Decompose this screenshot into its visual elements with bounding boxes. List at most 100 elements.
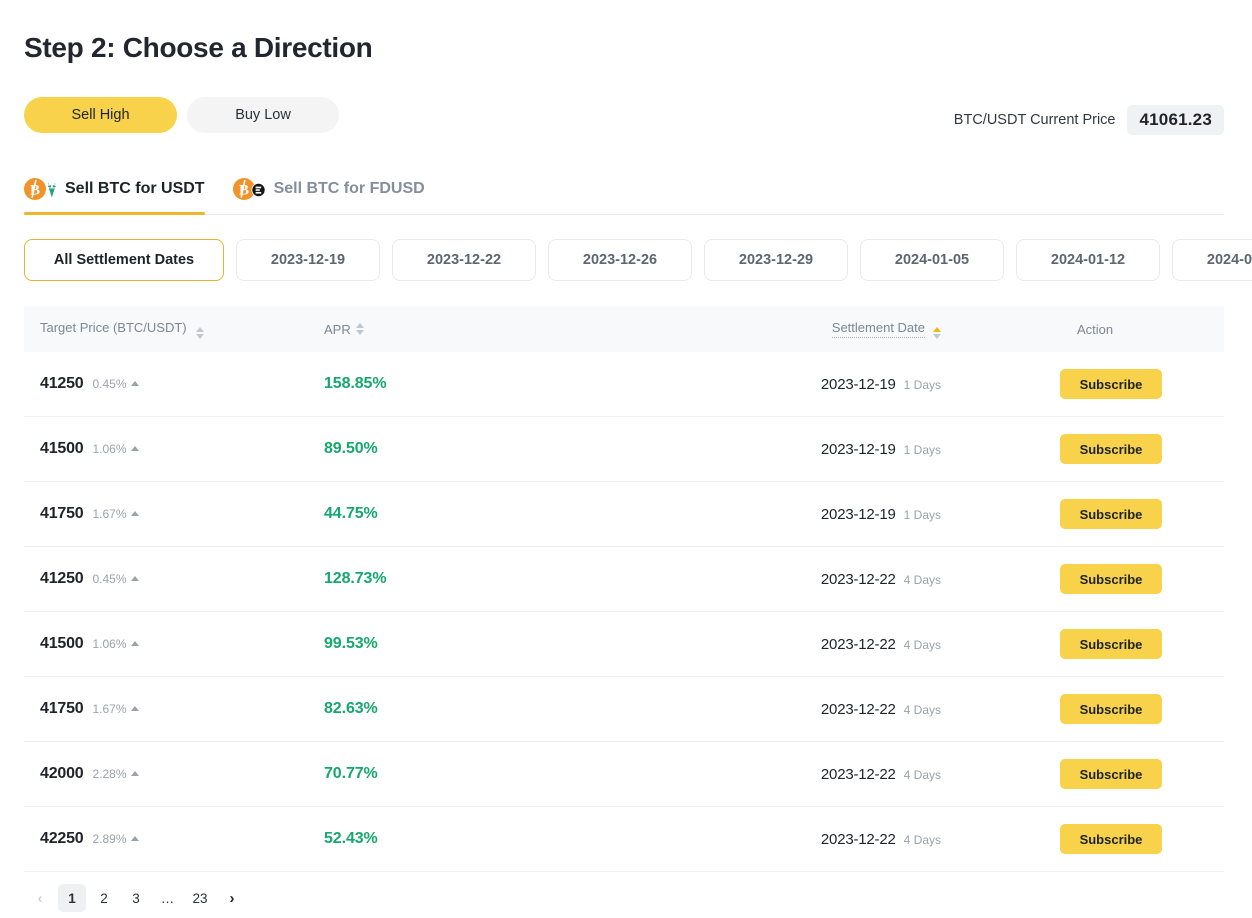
filter-date-2023-12-22[interactable]: 2023-12-22 <box>392 239 536 281</box>
delta-value: 0.45% <box>92 377 127 391</box>
sell-high-button[interactable]: Sell High <box>24 97 177 133</box>
target-price-value: 41500 <box>40 440 84 457</box>
filter-date-2024-01-26[interactable]: 2024-01-26 <box>1172 239 1252 281</box>
column-header-apr-label: APR <box>324 321 351 337</box>
cell-target-price: 41250 0.45% <box>24 570 324 588</box>
pagination-page-2[interactable]: 2 <box>90 884 118 912</box>
subscribe-button[interactable]: Subscribe <box>1060 499 1162 529</box>
filter-date-2023-12-26[interactable]: 2023-12-26 <box>548 239 692 281</box>
target-price-delta: 0.45% <box>93 377 139 391</box>
cell-target-price: 42000 2.28% <box>24 765 324 783</box>
target-price-delta: 1.06% <box>93 442 139 456</box>
settlement-date-value: 2023-12-19 <box>820 375 896 393</box>
subscribe-button[interactable]: Subscribe <box>1060 564 1162 594</box>
cell-target-price: 41500 1.06% <box>24 440 324 458</box>
apr-value: 82.63% <box>324 700 378 717</box>
cell-settlement-date: 2023-12-22 4 Days <box>624 701 1024 718</box>
fdusd-icon <box>251 182 265 197</box>
subscribe-button[interactable]: Subscribe <box>1060 629 1162 659</box>
table-row: 42000 2.28% 70.77% 2023-12-22 4 Days Subscrib… <box>24 742 1224 807</box>
current-price-label: BTC/USDT Current Price <box>953 112 1116 128</box>
apr-value: 52.43% <box>324 830 378 847</box>
cell-action: Subscribe <box>1024 564 1224 594</box>
column-header-action: Action <box>1024 322 1224 337</box>
arrow-up-icon <box>130 445 139 451</box>
settlement-date-value: 2023-12-19 <box>820 440 896 458</box>
cell-action: Subscribe <box>1024 759 1224 789</box>
table-row: 41750 1.67% 82.63% 2023-12-22 4 Days Subscrib… <box>24 677 1224 742</box>
column-header-settlement-date[interactable]: Settlement Date <box>624 320 1024 339</box>
filter-date-2023-12-19[interactable]: 2023-12-19 <box>236 239 380 281</box>
delta-value: 1.67% <box>92 507 127 521</box>
table-header-row: Target Price (BTC/USDT) APR Settlement D… <box>24 306 1224 352</box>
target-price-value: 42250 <box>40 830 84 847</box>
tab-label-sell-btc-for-fdusd: Sell BTC for FDUSD <box>273 179 425 197</box>
table-row: 41250 0.45% 158.85% 2023-12-19 1 Days Subscri… <box>24 352 1224 417</box>
arrow-up-icon <box>130 510 139 516</box>
settlement-date-value: 2023-12-22 <box>820 700 896 718</box>
column-header-target-price[interactable]: Target Price (BTC/USDT) <box>24 320 324 339</box>
pair-tabs: B Sell BTC for USDT B Sell BTC for FDUSD <box>24 163 1224 215</box>
target-price-value: 41500 <box>40 635 84 652</box>
pagination-page-1[interactable]: 1 <box>58 884 86 912</box>
arrow-up-icon <box>130 640 139 646</box>
settlement-days-value: 1 Days <box>903 507 941 522</box>
pagination-page-3[interactable]: 3 <box>122 884 150 912</box>
subscribe-button[interactable]: Subscribe <box>1060 434 1162 464</box>
sort-icon-settlement-date[interactable] <box>933 326 941 339</box>
settlement-days-value: 1 Days <box>903 442 941 457</box>
cell-settlement-date: 2023-12-22 4 Days <box>624 831 1024 848</box>
filter-date-2024-01-05[interactable]: 2024-01-05 <box>860 239 1004 281</box>
column-header-settlement-date-label: Settlement Date <box>831 320 925 338</box>
cell-settlement-date: 2023-12-19 1 Days <box>624 506 1024 523</box>
filter-date-2023-12-29[interactable]: 2023-12-29 <box>704 239 848 281</box>
cell-apr: 158.85% <box>324 375 624 393</box>
settlement-days-value: 4 Days <box>903 637 941 652</box>
btc-fdusd-icon-pair: B <box>232 176 265 202</box>
sort-icon-target-price[interactable] <box>195 326 204 339</box>
cell-settlement-date: 2023-12-22 4 Days <box>624 636 1024 653</box>
subscribe-button[interactable]: Subscribe <box>1060 694 1162 724</box>
filter-date-2024-01-12[interactable]: 2024-01-12 <box>1016 239 1160 281</box>
target-price-value: 42000 <box>40 765 84 782</box>
settlement-days-value: 4 Days <box>903 832 941 847</box>
table-row: 41250 0.45% 128.73% 2023-12-22 4 Days Subscri… <box>24 547 1224 612</box>
page-title: Step 2: Choose a Direction <box>24 32 373 63</box>
subscribe-button[interactable]: Subscribe <box>1060 759 1162 789</box>
settlement-date-value: 2023-12-22 <box>820 830 896 848</box>
arrow-up-icon <box>130 575 139 581</box>
arrow-up-icon <box>130 705 139 711</box>
arrow-up-icon <box>130 380 139 386</box>
filter-all-settlement-dates[interactable]: All Settlement Dates <box>24 239 224 281</box>
pagination-page-23[interactable]: 23 <box>186 884 214 912</box>
pagination-next-button[interactable]: › <box>218 884 246 912</box>
btc-usdt-icon-pair: B <box>24 176 56 202</box>
cell-action: Subscribe <box>1024 629 1224 659</box>
table-row: 41750 1.67% 44.75% 2023-12-19 1 Days Subscrib… <box>24 482 1224 547</box>
usdt-icon <box>46 182 56 197</box>
apr-value: 44.75% <box>324 505 378 522</box>
cell-settlement-date: 2023-12-22 4 Days <box>624 766 1024 783</box>
tab-sell-btc-for-usdt[interactable]: B Sell BTC for USDT <box>24 163 205 215</box>
settlement-date-filters: All Settlement Dates 2023-12-19 2023-12-… <box>24 239 1252 281</box>
sort-icon-apr[interactable] <box>355 323 364 335</box>
apr-value: 128.73% <box>324 570 387 587</box>
subscribe-button[interactable]: Subscribe <box>1060 369 1162 399</box>
cell-target-price: 41750 1.67% <box>24 700 324 718</box>
pagination-prev-button[interactable]: ‹ <box>26 884 54 912</box>
cell-target-price: 42250 2.89% <box>24 830 324 848</box>
tab-sell-btc-for-fdusd[interactable]: B Sell BTC for FDUSD <box>232 163 425 214</box>
column-header-apr[interactable]: APR <box>324 322 624 337</box>
settlement-days-value: 4 Days <box>903 767 941 782</box>
current-price-value: 41061.23 <box>1127 105 1224 135</box>
settlement-days-value: 4 Days <box>903 572 941 587</box>
buy-low-button[interactable]: Buy Low <box>187 97 339 133</box>
target-price-delta: 1.67% <box>93 702 139 716</box>
subscribe-button[interactable]: Subscribe <box>1060 824 1162 854</box>
target-price-delta: 2.89% <box>93 832 139 846</box>
arrow-up-icon <box>130 770 139 776</box>
cell-action: Subscribe <box>1024 434 1224 464</box>
choose-direction-page: Step 2: Choose a Direction Sell High Buy… <box>0 0 1252 918</box>
target-price-delta: 1.67% <box>93 507 139 521</box>
settlement-date-value: 2023-12-19 <box>820 505 896 523</box>
